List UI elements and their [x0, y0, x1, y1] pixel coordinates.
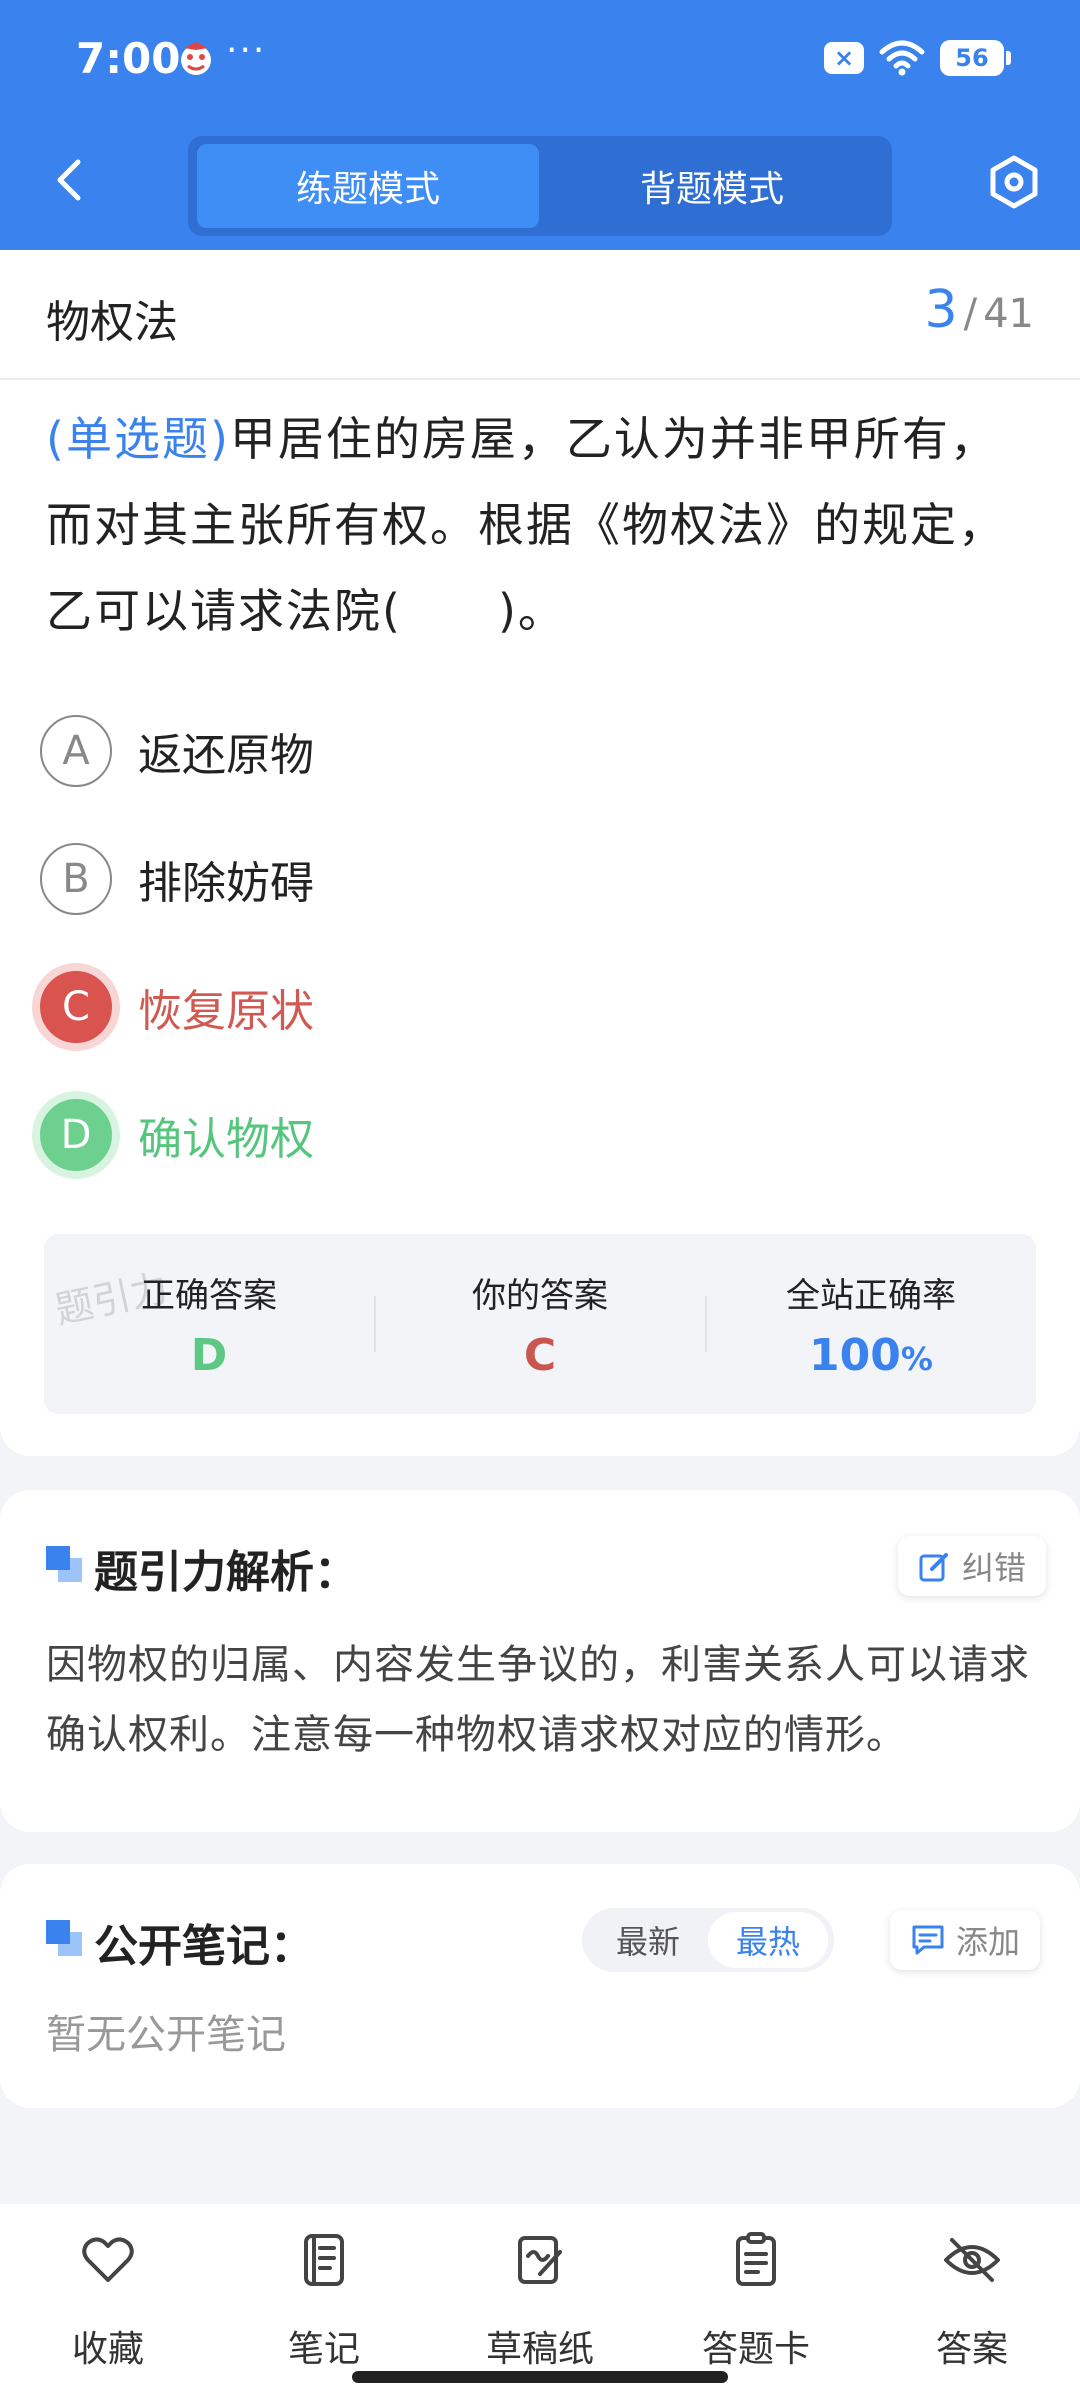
stat-value: 100% [706, 1330, 1036, 1381]
chapter-title: 物权法 [46, 297, 178, 348]
heart-icon [82, 2237, 134, 2282]
analysis-card: 题引力解析： 纠错 因物权的归属、内容发生争议的，利害关系人可以请求确认权利。注… [0, 1490, 1080, 1832]
notes-title: 公开笔记： [94, 1921, 314, 1972]
question-type: (单选题) [46, 412, 230, 466]
bottom-label: 收藏 [71, 2329, 144, 2370]
back-button[interactable] [40, 152, 96, 208]
accuracy-number: 100 [809, 1330, 901, 1381]
stat-correct-answer: 正确答案 D [44, 1234, 374, 1414]
settings-button[interactable] [984, 152, 1044, 212]
battery-indicator: 56 [940, 40, 1011, 76]
add-note-button[interactable]: 添加 [890, 1910, 1041, 1970]
bottom-label: 草稿纸 [485, 2329, 594, 2370]
option-text: 确认物权 [138, 1114, 314, 1165]
option-a[interactable]: A 返还原物 [40, 706, 940, 796]
status-bar: 7:00 ··· × 56 [0, 0, 1080, 120]
edit-icon [919, 1553, 948, 1582]
wifi-icon [879, 40, 925, 76]
public-notes-card: 公开笔记： 最新 最热 添加 暂无公开笔记 [0, 1864, 1080, 2108]
nav-row: 练题模式 背题模式 [0, 130, 1080, 240]
empty-notes-text: 暂无公开笔记 [46, 2012, 286, 2058]
favorite-button[interactable]: 收藏 [28, 2230, 188, 2370]
stat-label: 你的答案 [472, 1276, 608, 1316]
clipboard-icon [736, 2232, 776, 2286]
section-squares-icon [46, 1920, 84, 1958]
option-text: 排除妨碍 [138, 858, 314, 909]
stat-value: D [190, 1330, 228, 1381]
option-letter: B [40, 843, 112, 915]
draft-paper-button[interactable]: 草稿纸 [460, 2230, 620, 2370]
notebook-icon [304, 2234, 344, 2286]
bottom-label: 笔记 [287, 2329, 360, 2370]
bottom-label: 答题卡 [701, 2329, 810, 2370]
section-squares-icon [46, 1546, 84, 1584]
stat-value: C [523, 1330, 557, 1381]
tab-practice-mode[interactable]: 练题模式 [197, 144, 539, 228]
accuracy-unit: % [900, 1340, 933, 1378]
draft-paper-icon [518, 2236, 562, 2284]
question-text: (单选题)甲居住的房屋，乙认为并非甲所有，而对其主张所有权。根据《物权法》的规定… [46, 396, 1036, 654]
show-answer-button[interactable]: 答案 [892, 2230, 1052, 2370]
app-notification-icon [181, 42, 211, 75]
mode-tabs: 练题模式 背题模式 [188, 136, 892, 236]
close-notification-icon: × [824, 42, 864, 74]
analysis-text: 因物权的归属、内容发生争议的，利害关系人可以请求确认权利。注意每一种物权请求权对… [46, 1642, 1030, 1758]
question-card: 物权法 3/41 (单选题)甲居住的房屋，乙认为并非甲所有，而对其主张所有权。根… [0, 250, 1080, 1456]
option-text: 恢复原状 [138, 986, 314, 1037]
status-more-icon: ··· [226, 30, 267, 71]
sort-hottest[interactable]: 最热 [708, 1912, 828, 1968]
option-c[interactable]: C 恢复原状 [40, 962, 940, 1052]
chapter-header: 物权法 3/41 [0, 250, 1080, 380]
status-indicators: × 56 [824, 38, 1011, 78]
option-letter: A [40, 715, 112, 787]
bottom-label: 答案 [935, 2329, 1008, 2370]
report-error-label: 纠错 [962, 1549, 1027, 1587]
question-progress[interactable]: 3/41 [925, 280, 1034, 340]
option-letter: D [40, 1099, 112, 1171]
progress-current: 3 [924, 280, 958, 340]
option-text: 返还原物 [138, 730, 314, 781]
chevron-left-icon [57, 159, 81, 201]
add-note-label: 添加 [956, 1923, 1021, 1961]
notes-sort-toggle: 最新 最热 [582, 1908, 834, 1972]
progress-total: 41 [983, 291, 1034, 337]
answer-stats: 题引力 正确答案 D 你的答案 C 全站正确率 100% [44, 1234, 1036, 1414]
tab-memorize-mode[interactable]: 背题模式 [541, 144, 883, 228]
option-b[interactable]: B 排除妨碍 [40, 834, 940, 924]
home-indicator[interactable] [352, 2371, 728, 2383]
eye-off-icon [944, 2238, 1000, 2282]
stat-label: 全站正确率 [786, 1276, 956, 1316]
status-time: 7:00 [76, 34, 181, 83]
analysis-title: 题引力解析： [94, 1547, 358, 1598]
comment-icon [912, 1925, 944, 1955]
stat-site-accuracy: 全站正确率 100% [706, 1234, 1036, 1414]
option-d[interactable]: D 确认物权 [40, 1090, 940, 1180]
stat-label: 正确答案 [141, 1276, 277, 1316]
app-header: 7:00 ··· × 56 练题模式 背题模式 [0, 0, 1080, 250]
report-error-button[interactable]: 纠错 [898, 1536, 1047, 1596]
stat-your-answer: 你的答案 C [375, 1234, 705, 1414]
option-letter: C [40, 971, 112, 1043]
sort-newest[interactable]: 最新 [588, 1912, 708, 1968]
notes-button[interactable]: 笔记 [244, 2230, 404, 2370]
answer-sheet-button[interactable]: 答题卡 [676, 2230, 836, 2370]
